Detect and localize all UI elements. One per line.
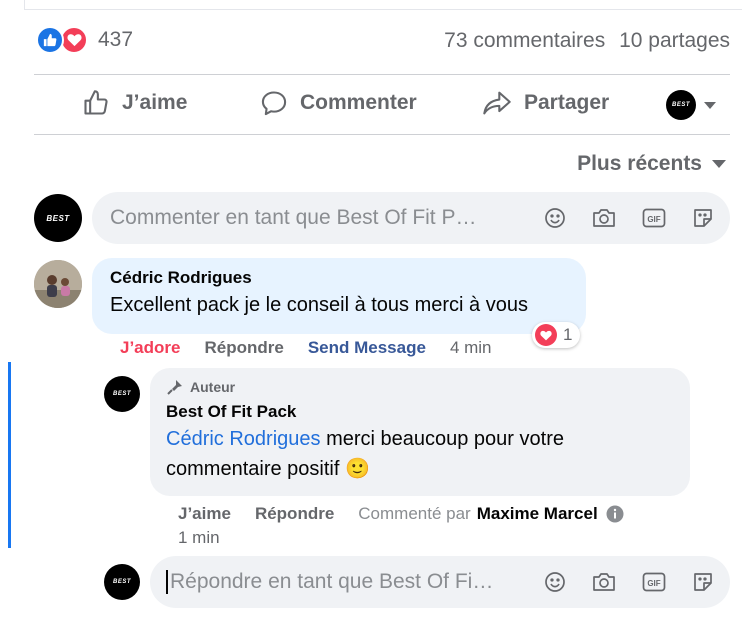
comments-count-link[interactable]: 73 commentaires — [444, 29, 605, 52]
gif-icon[interactable]: GIF — [642, 207, 666, 229]
reply-button[interactable]: Répondre — [204, 338, 283, 358]
like-reaction-icon — [36, 26, 64, 54]
comment-button[interactable]: Commenter — [260, 89, 417, 117]
comment-actions: J’adore Répondre Send Message 4 min — [120, 338, 516, 358]
page-avatar[interactable]: BEST — [104, 376, 140, 412]
comment-composer[interactable]: Commenter en tant que Best Of Fit P… GIF — [92, 192, 730, 244]
mention-link[interactable]: Cédric Rodrigues — [166, 428, 321, 450]
reply-text-block: Cédric Rodrigues merci beaucoup pour vot… — [166, 424, 666, 484]
love-comment-button[interactable]: J’adore — [120, 338, 180, 358]
composer-tools: GIF — [544, 207, 730, 229]
comment-sort-dropdown[interactable]: Plus récents — [577, 152, 726, 176]
comment-reaction-count: 1 — [563, 325, 573, 344]
share-button-label: Partager — [524, 91, 610, 114]
chevron-down-icon — [704, 101, 716, 109]
divider-top — [34, 74, 730, 75]
commented-by-prefix: Commenté par — [358, 504, 471, 523]
post-stats: 73 commentaires 10 partages — [444, 29, 730, 53]
reply-author[interactable]: Best Of Fit Pack — [166, 402, 690, 422]
like-button-label: J’aime — [122, 91, 188, 114]
page-logo: BEST — [671, 102, 690, 108]
sort-label: Plus récents — [577, 152, 702, 175]
speech-bubble-icon — [261, 91, 287, 116]
comment-bubble: Cédric Rodrigues Excellent pack je le co… — [92, 258, 586, 334]
love-reaction-icon — [60, 26, 88, 54]
author-badge-label: Auteur — [190, 379, 236, 395]
author-badge: Auteur — [166, 378, 690, 396]
thumbs-up-icon — [84, 90, 108, 115]
emoji-icon[interactable] — [544, 207, 566, 229]
post-top-border — [24, 0, 742, 10]
like-button[interactable]: J’aime — [82, 89, 187, 117]
reply-bubble: Auteur Best Of Fit Pack Cédric Rodrigues… — [150, 368, 690, 496]
reply-actions: J’aime Répondre Commenté par Maxime Marc… — [178, 504, 624, 524]
love-reaction-icon — [535, 324, 557, 346]
comment-input-placeholder[interactable]: Commenter en tant que Best Of Fit P… — [92, 206, 544, 230]
reply-input-placeholder[interactable]: Répondre en tant que Best Of Fi… — [168, 570, 544, 594]
page-avatar[interactable]: BEST — [34, 194, 82, 242]
reply-time-row: 1 min — [178, 528, 220, 548]
camera-icon[interactable] — [592, 571, 616, 593]
reply-composer[interactable]: Répondre en tant que Best Of Fi… GIF — [150, 556, 730, 608]
thread-indicator — [8, 362, 11, 548]
post-as-selector[interactable]: BEST — [666, 90, 716, 120]
comment-button-label: Commenter — [300, 91, 417, 114]
reaction-count[interactable]: 437 — [98, 28, 133, 52]
divider-bottom — [34, 134, 730, 135]
composer-tools: GIF — [544, 571, 730, 593]
comment-reaction-chip[interactable]: 1 — [532, 322, 581, 348]
reply-timestamp[interactable]: 1 min — [178, 528, 220, 548]
commented-by-name[interactable]: Maxime Marcel — [477, 504, 598, 524]
post-action-bar: J’aime Commenter Partager BEST — [34, 76, 730, 134]
page-logo: BEST — [46, 213, 70, 223]
page-logo: BEST — [112, 579, 131, 585]
comment-author[interactable]: Cédric Rodrigues — [110, 268, 586, 288]
share-button[interactable]: Partager — [482, 89, 609, 117]
commenter-photo — [34, 260, 82, 308]
chevron-down-icon — [712, 160, 726, 168]
page-avatar-small: BEST — [666, 90, 696, 120]
commenter-avatar[interactable] — [34, 260, 82, 308]
info-icon[interactable] — [606, 505, 624, 523]
emoji-icon[interactable] — [544, 571, 566, 593]
shares-count-link[interactable]: 10 partages — [619, 29, 730, 52]
gif-icon[interactable]: GIF — [642, 571, 666, 593]
reactions-summary[interactable]: 437 — [36, 26, 133, 54]
comment-text: Excellent pack je le conseil à tous merc… — [110, 294, 528, 316]
smile-emoji-icon: 🙂 — [344, 458, 370, 480]
page-logo: BEST — [112, 391, 131, 397]
sticker-icon[interactable] — [692, 571, 714, 593]
like-reply-button[interactable]: J’aime — [178, 504, 231, 524]
svg-text:GIF: GIF — [647, 215, 660, 224]
sticker-icon[interactable] — [692, 207, 714, 229]
page-avatar[interactable]: BEST — [104, 564, 140, 600]
reply-to-reply-button[interactable]: Répondre — [255, 504, 334, 524]
microphone-icon — [167, 380, 182, 395]
comment-timestamp[interactable]: 4 min — [450, 338, 492, 358]
svg-text:GIF: GIF — [647, 579, 660, 588]
share-arrow-icon — [483, 91, 511, 115]
camera-icon[interactable] — [592, 207, 616, 229]
send-message-button[interactable]: Send Message — [308, 338, 426, 358]
